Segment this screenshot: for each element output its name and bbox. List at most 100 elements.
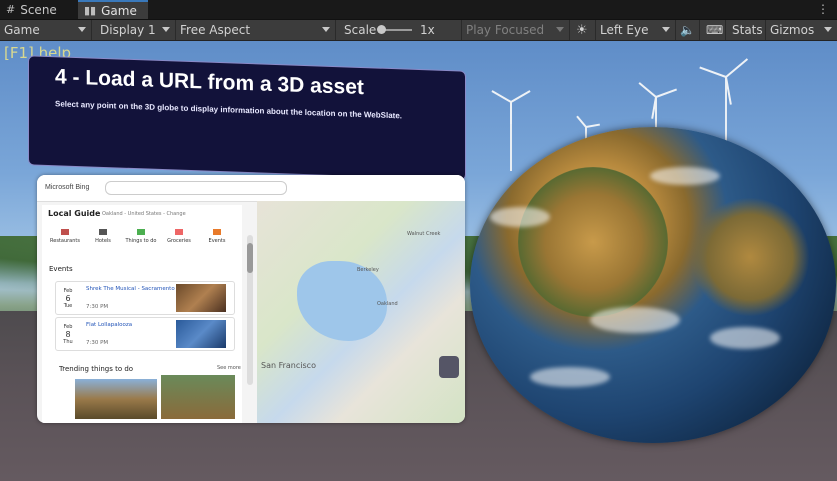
- keyboard-icon: ⌨: [706, 23, 724, 37]
- event-card[interactable]: Feb 6 Tue Shrek The Musical - Sacramento 7…: [55, 281, 235, 315]
- play-focused-dropdown[interactable]: Play Focused: [462, 20, 570, 40]
- category-label: Restaurants: [50, 238, 80, 244]
- turbine-blade: [510, 102, 512, 124]
- game-toolbar: Game Display 1 Free Aspect Scale 1x Play…: [0, 20, 837, 41]
- bug-button[interactable]: ☀: [572, 20, 596, 40]
- turbine-blade: [638, 82, 657, 98]
- chevron-down-icon: [78, 27, 86, 32]
- event-time: 7:30 PM: [86, 304, 109, 310]
- trending-heading: Trending things to do: [59, 365, 134, 373]
- turbine-blade: [510, 90, 531, 103]
- earth-globe[interactable]: [470, 127, 836, 443]
- webslate-browser[interactable]: Microsoft Bing Local Guide Oakland - Uni…: [37, 175, 465, 423]
- map-label: Oakland: [377, 301, 398, 307]
- local-guide-title: Local Guide: [48, 209, 101, 218]
- scale-slider-handle[interactable]: [377, 25, 386, 34]
- calendar-icon: [213, 229, 221, 235]
- cloud: [530, 367, 610, 387]
- see-more-link[interactable]: See more: [217, 365, 241, 371]
- category-things-to-do[interactable]: Things to do: [122, 229, 160, 244]
- bing-logo: Microsoft Bing: [45, 184, 90, 191]
- category-label: Groceries: [167, 238, 191, 244]
- gamepad-icon: ▮▮: [84, 4, 97, 17]
- scrollbar-thumb[interactable]: [247, 243, 253, 273]
- keyboard-button[interactable]: ⌨: [702, 20, 726, 40]
- chevron-down-icon: [322, 27, 330, 32]
- cloud: [710, 327, 780, 349]
- eye-dropdown[interactable]: Left Eye: [596, 20, 676, 40]
- category-label: Things to do: [125, 238, 157, 244]
- search-input[interactable]: [105, 181, 287, 195]
- event-name[interactable]: Flat Lollapalooza: [86, 322, 132, 328]
- speaker-icon: 🔈: [680, 23, 695, 37]
- more-options-icon[interactable]: ⋮: [817, 2, 829, 16]
- map-label: Walnut Creek: [407, 231, 441, 237]
- gizmos-label: Gizmos: [770, 23, 815, 37]
- display-dropdown[interactable]: Display 1: [96, 20, 176, 40]
- gizmos-dropdown[interactable]: Gizmos: [766, 20, 837, 40]
- display-label: Display 1: [100, 23, 156, 37]
- category-label: Hotels: [95, 238, 111, 244]
- map-label: Berkeley: [357, 267, 379, 273]
- event-name[interactable]: Shrek The Musical - Sacramento: [86, 286, 175, 292]
- stats-button[interactable]: Stats: [728, 20, 766, 40]
- stats-label: Stats: [732, 23, 763, 37]
- chevron-down-icon: [162, 27, 170, 32]
- cloud: [650, 167, 720, 185]
- chevron-down-icon: [556, 27, 564, 32]
- tab-bar: # Scene ▮▮ Game ⋮: [0, 0, 837, 20]
- category-restaurants[interactable]: Restaurants: [46, 229, 84, 244]
- game-viewport[interactable]: [F1] help 4 - Load a URL from a 3D asset…: [0, 41, 837, 481]
- game-mode-label: Game: [4, 23, 40, 37]
- event-date: Feb 6 Tue: [63, 288, 73, 309]
- banner-subtitle: Select any point on the 3D globe to disp…: [55, 99, 402, 121]
- cart-icon: [175, 229, 183, 235]
- audio-button[interactable]: 🔈: [676, 20, 700, 40]
- cloud: [590, 307, 680, 333]
- category-events[interactable]: Events: [198, 229, 236, 244]
- tab-game[interactable]: ▮▮ Game: [78, 0, 148, 19]
- africa-continent: [518, 167, 668, 317]
- trending-image[interactable]: [161, 375, 235, 419]
- title-banner: 4 - Load a URL from a 3D asset Select an…: [28, 55, 466, 181]
- bug-icon: ☀: [576, 22, 588, 38]
- chevron-down-icon: [824, 27, 832, 32]
- bing-header: Microsoft Bing: [37, 175, 465, 202]
- tab-scene-label: Scene: [20, 2, 57, 17]
- play-focused-label: Play Focused: [466, 23, 545, 37]
- category-label: Events: [208, 238, 226, 244]
- banner-title: 4 - Load a URL from a 3D asset: [55, 65, 364, 100]
- bay-water: [297, 261, 387, 341]
- category-hotels[interactable]: Hotels: [84, 229, 122, 244]
- event-image: [176, 284, 226, 312]
- tab-game-label: Game: [101, 3, 137, 18]
- scale-value: 1x: [420, 23, 435, 37]
- cloud: [490, 207, 550, 227]
- asia-continent: [690, 197, 810, 317]
- scale-slider-track[interactable]: [382, 29, 412, 31]
- game-mode-dropdown[interactable]: Game: [0, 20, 92, 40]
- turbine-blade: [585, 123, 600, 128]
- turbine-blade: [491, 90, 512, 103]
- trending-image[interactable]: [75, 379, 157, 419]
- grid-icon: #: [6, 3, 16, 16]
- tab-scene[interactable]: # Scene: [0, 0, 76, 19]
- aspect-dropdown[interactable]: Free Aspect: [176, 20, 336, 40]
- location-text: Oakland - United States - Change: [102, 211, 186, 217]
- map-label: San Francisco: [261, 361, 316, 370]
- eye-label: Left Eye: [600, 23, 649, 37]
- scale-control: Scale 1x: [340, 20, 462, 40]
- event-date: Feb 8 Thu: [63, 324, 73, 345]
- category-groceries[interactable]: Groceries: [160, 229, 198, 244]
- map-layer-toggle[interactable]: [439, 356, 459, 378]
- event-card[interactable]: Feb 8 Thu Flat Lollapalooza 7:30 PM: [55, 317, 235, 351]
- scrollbar[interactable]: [247, 235, 253, 385]
- turbine-blade: [725, 58, 749, 78]
- event-time: 7:30 PM: [86, 340, 109, 346]
- restaurant-icon: [61, 229, 69, 235]
- map-panel[interactable]: Berkeley Oakland San Francisco Walnut Cr…: [257, 201, 465, 423]
- aspect-label: Free Aspect: [180, 23, 251, 37]
- turbine-blade: [699, 66, 727, 78]
- events-heading: Events: [49, 265, 73, 273]
- hotel-icon: [99, 229, 107, 235]
